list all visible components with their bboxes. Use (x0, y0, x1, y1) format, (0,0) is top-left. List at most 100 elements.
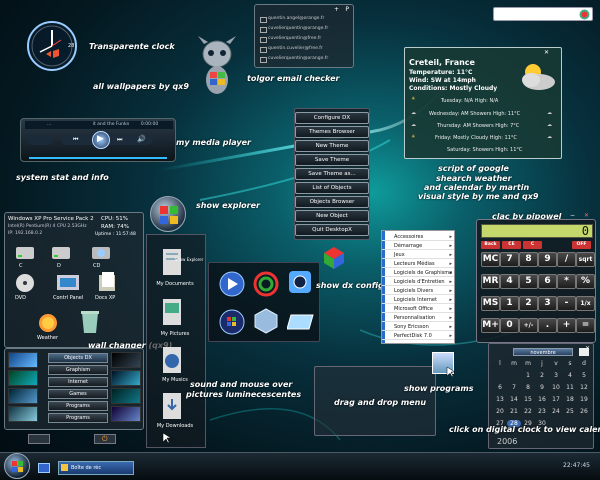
taskbar-clock[interactable]: 22:47:45 (563, 462, 590, 469)
calendar-day[interactable]: 6 (493, 384, 507, 391)
calendar-day[interactable]: 7 (507, 384, 521, 391)
calc-ce-button[interactable]: CE (502, 241, 521, 249)
menu-item[interactable]: Microsoft Office (382, 305, 454, 313)
calendar-day[interactable]: 18 (563, 396, 577, 403)
taskbar-task-button[interactable]: Boîte de réc (58, 461, 134, 475)
calc-key[interactable]: 0 (500, 318, 519, 333)
calendar-day[interactable]: 3 (549, 372, 563, 379)
menu-item[interactable]: Personnalisation (382, 314, 454, 322)
my-music-icon[interactable] (161, 345, 185, 375)
calendar-day[interactable]: 9 (535, 384, 549, 391)
calc-key[interactable]: = (576, 318, 595, 333)
wallpaper-thumb[interactable] (8, 388, 38, 404)
next-icon[interactable]: ⏭ (117, 136, 122, 144)
lock-button[interactable] (28, 434, 50, 444)
calc-key[interactable]: 1/x (576, 296, 595, 311)
settings-p-icon[interactable]: P (345, 6, 349, 13)
google-search-icon[interactable] (579, 9, 590, 20)
add-icon[interactable]: + (334, 6, 339, 13)
mascot-creature-icon[interactable] (196, 36, 238, 100)
objects-dx-button[interactable]: Objects DX (48, 353, 108, 363)
new-object-button[interactable]: New Object (295, 210, 369, 222)
stop-button[interactable] (27, 135, 53, 145)
email-entry[interactable]: cuvelierquentin@orange.fr (258, 25, 353, 33)
calc-key[interactable]: MC (481, 252, 500, 267)
menu-item[interactable]: PerfectDisk 7.0 (382, 332, 454, 340)
graphism-button[interactable]: Graphism (48, 365, 108, 375)
calc-key[interactable]: MS (481, 296, 500, 311)
calendar-day[interactable]: 16 (535, 396, 549, 403)
calendar-day[interactable]: 19 (577, 396, 591, 403)
calendar-day[interactable]: 10 (549, 384, 563, 391)
calendar-day[interactable]: 8 (521, 384, 535, 391)
seek-bar[interactable] (29, 157, 167, 159)
menu-item[interactable]: Sony Ericsson (382, 323, 454, 331)
camera-icon[interactable] (287, 269, 313, 295)
configure-dx-button[interactable]: Configure DX (295, 112, 369, 124)
wallpaper-thumb[interactable] (8, 352, 38, 368)
wallpaper-thumb[interactable] (111, 370, 141, 386)
wallpaper-thumb[interactable] (111, 388, 141, 404)
programs-button-2[interactable]: Programs (48, 413, 108, 423)
calc-key[interactable]: + (557, 318, 576, 333)
hard-drive-d-icon[interactable] (51, 243, 71, 261)
monitor-icon[interactable] (287, 311, 315, 333)
calendar-day[interactable]: 23 (535, 408, 549, 415)
dx-config-logo-icon[interactable] (320, 243, 348, 273)
previous-icon[interactable]: ⏮ (73, 136, 78, 144)
calc-key[interactable]: 6 (538, 274, 557, 289)
menu-item[interactable]: Logiciels d'Entretien (382, 278, 454, 286)
calendar-day[interactable]: 1 (521, 372, 535, 379)
calendar-day[interactable]: 4 (563, 372, 577, 379)
menu-item[interactable]: Accessoires (382, 233, 454, 241)
show-explorer-orb[interactable] (150, 196, 186, 232)
menu-item[interactable]: Lecteurs Médias (382, 260, 454, 268)
calendar-day[interactable]: 26 (577, 408, 591, 415)
control-panel-icon[interactable] (55, 273, 81, 293)
media-play-icon[interactable] (219, 271, 245, 297)
internet-button[interactable]: Internet (48, 377, 108, 387)
show-desktop-icon[interactable] (38, 463, 50, 473)
calendar-day[interactable]: 17 (549, 396, 563, 403)
games-button[interactable]: Games (48, 389, 108, 399)
calc-c-button[interactable]: C (523, 241, 542, 249)
my-documents-icon[interactable] (161, 247, 183, 277)
calc-key[interactable]: M+ (481, 318, 500, 333)
calendar-day[interactable]: 25 (563, 408, 577, 415)
new-theme-button[interactable]: New Theme (295, 140, 369, 152)
wallpaper-thumb[interactable] (8, 406, 38, 422)
calendar-day[interactable]: 21 (507, 408, 521, 415)
email-entry[interactable]: quentin.cuvelier@free.fr (258, 45, 353, 53)
quit-desktopx-button[interactable]: Quit DesktopX (295, 224, 369, 236)
power-button[interactable]: ⏻ (94, 434, 116, 444)
hard-drive-c-icon[interactable] (15, 243, 35, 261)
save-theme-as-button[interactable]: Save Theme as... (295, 168, 369, 180)
windows-orb-icon[interactable] (219, 309, 245, 335)
wallpaper-thumb[interactable] (111, 406, 141, 422)
email-entry[interactable]: cuvelierquentin@free.fr (258, 35, 353, 43)
calc-key[interactable]: 9 (538, 252, 557, 267)
calc-key[interactable]: / (557, 252, 576, 267)
calc-key[interactable]: . (538, 318, 557, 333)
calc-key[interactable]: +/- (519, 318, 538, 333)
email-entry[interactable]: quentin.angel@orange.fr (258, 15, 353, 23)
calendar-day[interactable]: 24 (549, 408, 563, 415)
calc-key[interactable]: 8 (519, 252, 538, 267)
calc-off-button[interactable]: OFF (572, 241, 591, 249)
objects-browser-button[interactable]: Objects Browser (295, 196, 369, 208)
calc-key[interactable]: MR (481, 274, 500, 289)
cd-drive-icon[interactable] (91, 243, 111, 261)
calendar-day[interactable]: 20 (493, 408, 507, 415)
email-entry[interactable]: cuvelierquentin@orange.fr (258, 55, 353, 63)
calc-key[interactable]: 7 (500, 252, 519, 267)
calendar-day[interactable]: 22 (521, 408, 535, 415)
box-icon[interactable] (253, 307, 279, 335)
volume-icon[interactable]: 🔊 (137, 135, 146, 143)
menu-item[interactable]: Logiciels de Graphisme (382, 269, 454, 277)
menu-item[interactable]: Démarrage (382, 242, 454, 250)
my-downloads-icon[interactable] (161, 391, 183, 421)
dvd-icon[interactable] (15, 273, 35, 293)
transparent-clock[interactable]: 28 (26, 20, 78, 72)
calendar-day[interactable]: 5 (577, 372, 591, 379)
calc-key[interactable]: 4 (500, 274, 519, 289)
